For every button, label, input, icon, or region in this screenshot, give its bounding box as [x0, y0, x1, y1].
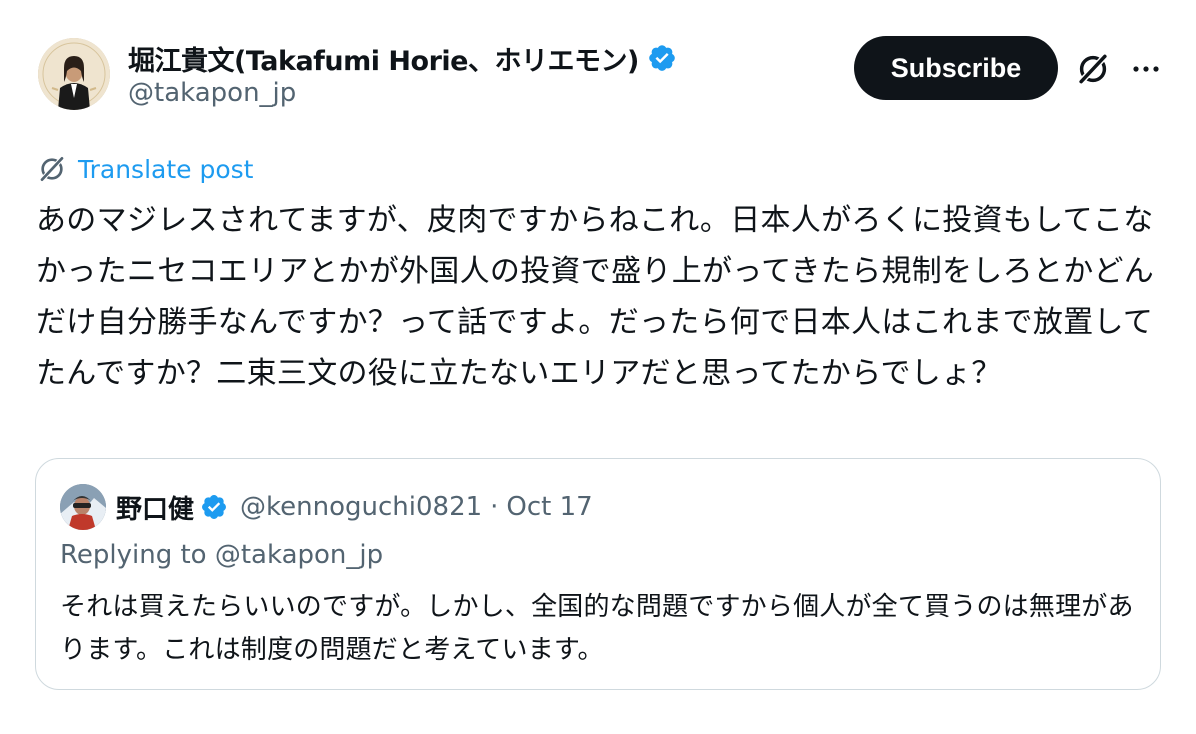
author-name-row[interactable]: 堀江貴文(Takafumi Horie、ホリエモン): [128, 38, 677, 78]
author-handle[interactable]: @takapon_jp: [128, 78, 296, 108]
more-options-icon[interactable]: [1128, 54, 1164, 84]
verified-badge-icon[interactable]: [647, 43, 677, 73]
quoted-avatar-image: [60, 484, 106, 530]
post-text: あのマジレスされてますが、皮肉ですからねこれ。日本人がろくに投資もしてこなかった…: [36, 203, 1155, 391]
quoted-replying-to: Replying to @takapon_jp: [60, 540, 384, 570]
author-name[interactable]: 堀江貴文(Takafumi Horie、ホリエモン): [128, 39, 639, 78]
translate-post-link[interactable]: Translate post: [36, 152, 253, 186]
author-avatar[interactable]: [38, 38, 110, 110]
quoted-author-avatar[interactable]: [60, 484, 106, 530]
quoted-header[interactable]: 野口健 @kennoguchi0821 · Oct 17: [116, 488, 593, 526]
avatar-image: [38, 38, 110, 110]
quoted-author-handle[interactable]: @kennoguchi0821: [240, 492, 482, 522]
quoted-verified-badge-icon: [202, 495, 226, 519]
grok-translate-icon: [39, 156, 65, 182]
translate-post-label[interactable]: Translate post: [78, 155, 253, 184]
quoted-post-text: それは買えたらいいのですが。しかし、全国的な問題ですから個人が全て買うのは無理が…: [60, 592, 1134, 665]
quoted-date[interactable]: Oct 17: [506, 492, 592, 522]
quoted-author-name[interactable]: 野口健: [116, 489, 194, 526]
grok-icon[interactable]: [1074, 50, 1112, 88]
subscribe-button[interactable]: Subscribe: [854, 36, 1058, 100]
quoted-separator: ·: [490, 492, 499, 522]
